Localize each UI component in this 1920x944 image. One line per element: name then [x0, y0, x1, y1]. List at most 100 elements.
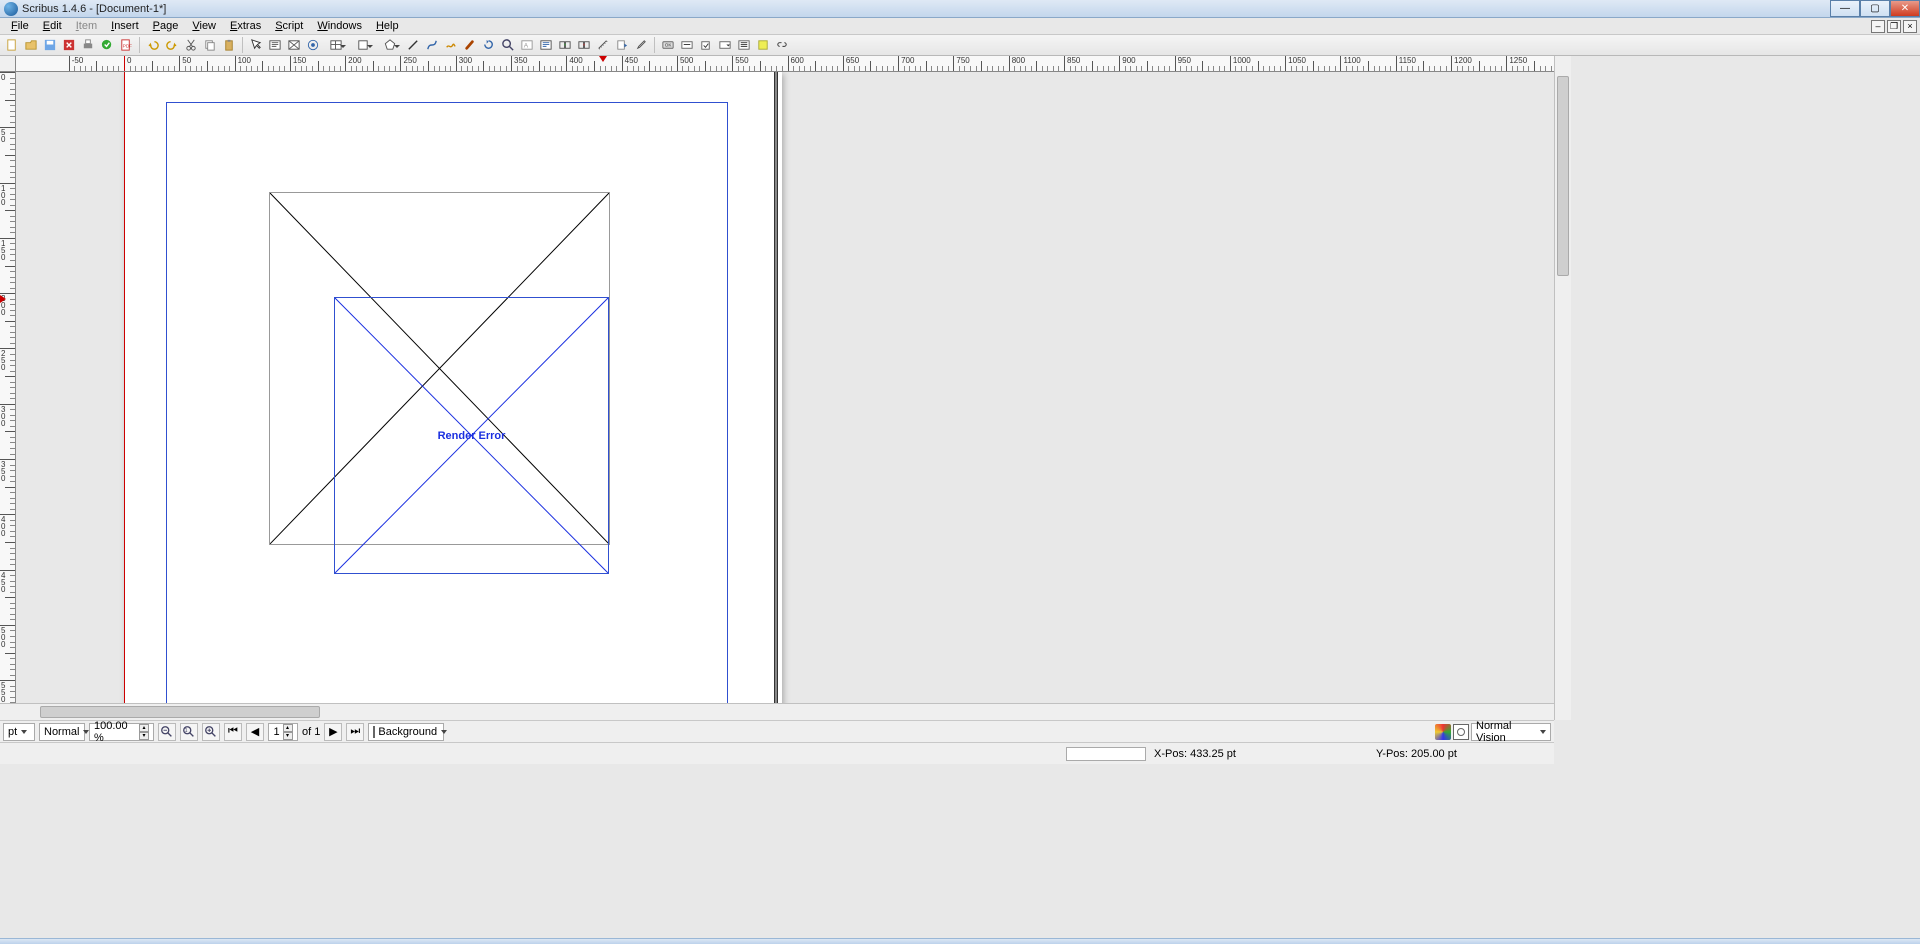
table-button[interactable]	[323, 36, 349, 54]
mdi-close[interactable]: ×	[1903, 20, 1917, 33]
select-button[interactable]	[247, 36, 265, 54]
menu-page[interactable]: Page	[146, 19, 186, 33]
menu-script[interactable]: Script	[268, 19, 310, 33]
minimize-button[interactable]: —	[1830, 0, 1860, 17]
pdf-button[interactable]: PDF	[117, 36, 135, 54]
layer-select[interactable]: Background	[368, 723, 444, 741]
vision-mode-select[interactable]: Normal Vision	[1471, 723, 1551, 741]
zoom-button[interactable]	[499, 36, 517, 54]
pdf-link-button[interactable]	[773, 36, 791, 54]
bezier-button[interactable]	[423, 36, 441, 54]
next-page-button[interactable]: ▶	[324, 723, 342, 741]
open-button[interactable]	[22, 36, 40, 54]
mdi-minimize[interactable]: –	[1871, 20, 1885, 33]
app-icon	[4, 2, 18, 16]
pdf-combo-button[interactable]	[716, 36, 734, 54]
zoom-spinner[interactable]: 100.00 % ▴▾	[89, 723, 154, 741]
edit-contents-button[interactable]: A	[518, 36, 536, 54]
ruler-horizontal[interactable]: -500501001502002503003504004505005506006…	[0, 56, 1554, 72]
copy-button[interactable]	[201, 36, 219, 54]
scrollbar-horizontal[interactable]	[0, 703, 1554, 720]
edit-text-button[interactable]	[537, 36, 555, 54]
zoom-up[interactable]: ▴	[139, 724, 149, 732]
ruler-origin[interactable]	[0, 56, 16, 72]
preflight-icon	[100, 38, 114, 52]
menu-windows[interactable]: Windows	[310, 19, 369, 33]
new-button[interactable]	[3, 36, 21, 54]
image-frame-button[interactable]	[285, 36, 303, 54]
menu-extras[interactable]: Extras	[223, 19, 268, 33]
preview-toggle-icon[interactable]	[1453, 724, 1469, 740]
pdf-list-button[interactable]	[735, 36, 753, 54]
app-statusbar: X-Pos: 433.25 pt Y-Pos: 205.00 pt	[0, 742, 1554, 764]
menu-help[interactable]: Help	[369, 19, 406, 33]
viewmode-select[interactable]: Normal	[39, 723, 85, 741]
pdf-button-button[interactable]: OK	[659, 36, 677, 54]
cms-toggle-icon[interactable]	[1435, 724, 1451, 740]
pdf-text-button[interactable]	[678, 36, 696, 54]
scroll-thumb-v[interactable]	[1557, 76, 1569, 276]
svg-text:OK: OK	[665, 42, 673, 47]
link-frames-button[interactable]	[556, 36, 574, 54]
render-frame[interactable]: Render Error	[334, 297, 609, 574]
paste-icon	[222, 38, 236, 52]
zoom-100-button[interactable]: 1	[180, 723, 198, 741]
freehand-button[interactable]	[442, 36, 460, 54]
page-up[interactable]: ▴	[283, 724, 293, 732]
page-number-value: 1	[273, 726, 279, 738]
menu-view[interactable]: View	[185, 19, 223, 33]
line-button[interactable]	[404, 36, 422, 54]
menubar: FileEditItemInsertPageViewExtrasScriptWi…	[0, 18, 1920, 35]
pdf-combo-icon	[718, 38, 732, 52]
unlink-frames-button[interactable]	[575, 36, 593, 54]
last-page-button[interactable]: ⏭	[346, 723, 364, 741]
text-frame-button[interactable]	[266, 36, 284, 54]
print-icon	[81, 38, 95, 52]
scrollbar-vertical[interactable]	[1554, 56, 1571, 720]
zoom-out-button[interactable]	[158, 723, 176, 741]
canvas[interactable]: Render Error	[16, 72, 1554, 703]
cut-button[interactable]	[182, 36, 200, 54]
preflight-button[interactable]	[98, 36, 116, 54]
mdi-restore[interactable]: ❐	[1887, 20, 1901, 33]
rotate-button[interactable]	[480, 36, 498, 54]
page-of-label: of 1	[302, 726, 320, 738]
undo-button[interactable]	[144, 36, 162, 54]
os-taskbar[interactable]	[0, 938, 1920, 944]
menu-edit[interactable]: Edit	[36, 19, 69, 33]
calligraphic-button[interactable]	[461, 36, 479, 54]
first-page-button[interactable]: ⏮	[224, 723, 242, 741]
unit-select[interactable]: pt	[3, 723, 35, 741]
menu-insert[interactable]: Insert	[104, 19, 146, 33]
render-frame-button[interactable]	[304, 36, 322, 54]
polygon-button[interactable]	[377, 36, 403, 54]
pdf-annot-button[interactable]	[754, 36, 772, 54]
line-icon	[406, 38, 420, 52]
paste-button[interactable]	[220, 36, 238, 54]
print-button[interactable]	[79, 36, 97, 54]
copy-props-button[interactable]	[613, 36, 631, 54]
scroll-thumb-h[interactable]	[40, 706, 320, 718]
shape-button[interactable]	[350, 36, 376, 54]
eyedropper-button[interactable]	[632, 36, 650, 54]
page-number-input[interactable]: 1 ▴▾	[268, 723, 298, 741]
render-frame-icon	[306, 38, 320, 52]
measure-button[interactable]	[594, 36, 612, 54]
save-button[interactable]	[41, 36, 59, 54]
menu-file[interactable]: File	[4, 19, 36, 33]
close-button[interactable]	[60, 36, 78, 54]
mdi-controls: – ❐ ×	[1871, 20, 1917, 33]
pdf-annot-icon	[756, 38, 770, 52]
ruler-vertical[interactable]: 050100150200250300350400450500550	[0, 72, 16, 703]
unit-value: pt	[8, 726, 17, 738]
page-down[interactable]: ▾	[283, 732, 293, 740]
zoom-down[interactable]: ▾	[139, 732, 149, 740]
prev-page-button[interactable]: ◀	[246, 723, 264, 741]
progress-bar	[1066, 747, 1146, 761]
close-button[interactable]: ✕	[1890, 0, 1920, 17]
window-controls: — ▢ ✕	[1830, 0, 1920, 17]
zoom-in-button[interactable]	[202, 723, 220, 741]
redo-button[interactable]	[163, 36, 181, 54]
maximize-button[interactable]: ▢	[1860, 0, 1890, 17]
pdf-check-button[interactable]	[697, 36, 715, 54]
